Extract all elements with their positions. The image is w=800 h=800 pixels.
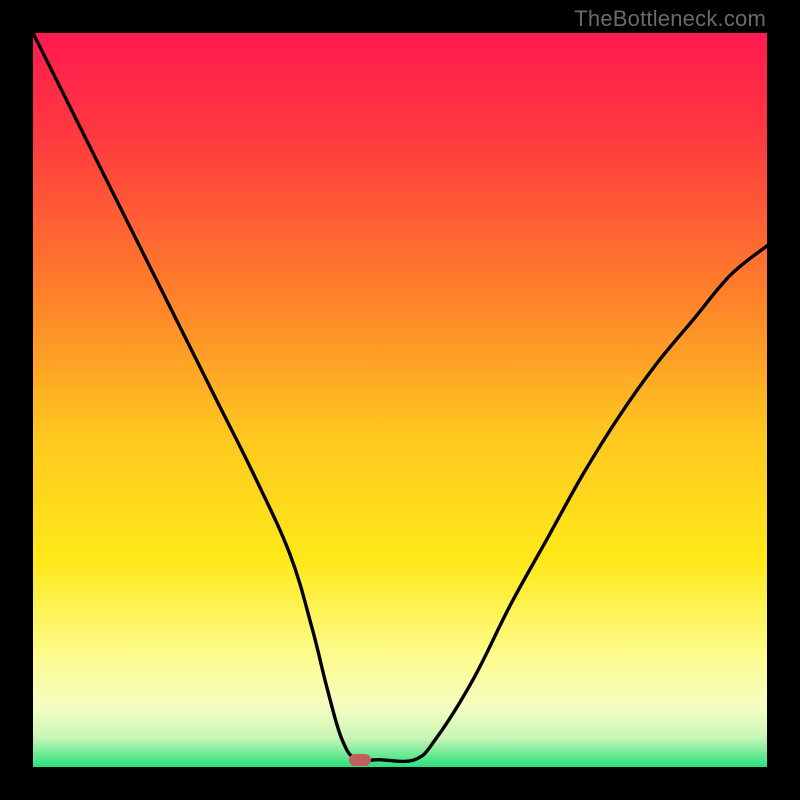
- optimum-marker: [349, 754, 371, 766]
- watermark-text: TheBottleneck.com: [574, 6, 766, 32]
- chart-area: [33, 33, 767, 767]
- chart-frame: [33, 33, 767, 767]
- gradient-background: [33, 33, 767, 767]
